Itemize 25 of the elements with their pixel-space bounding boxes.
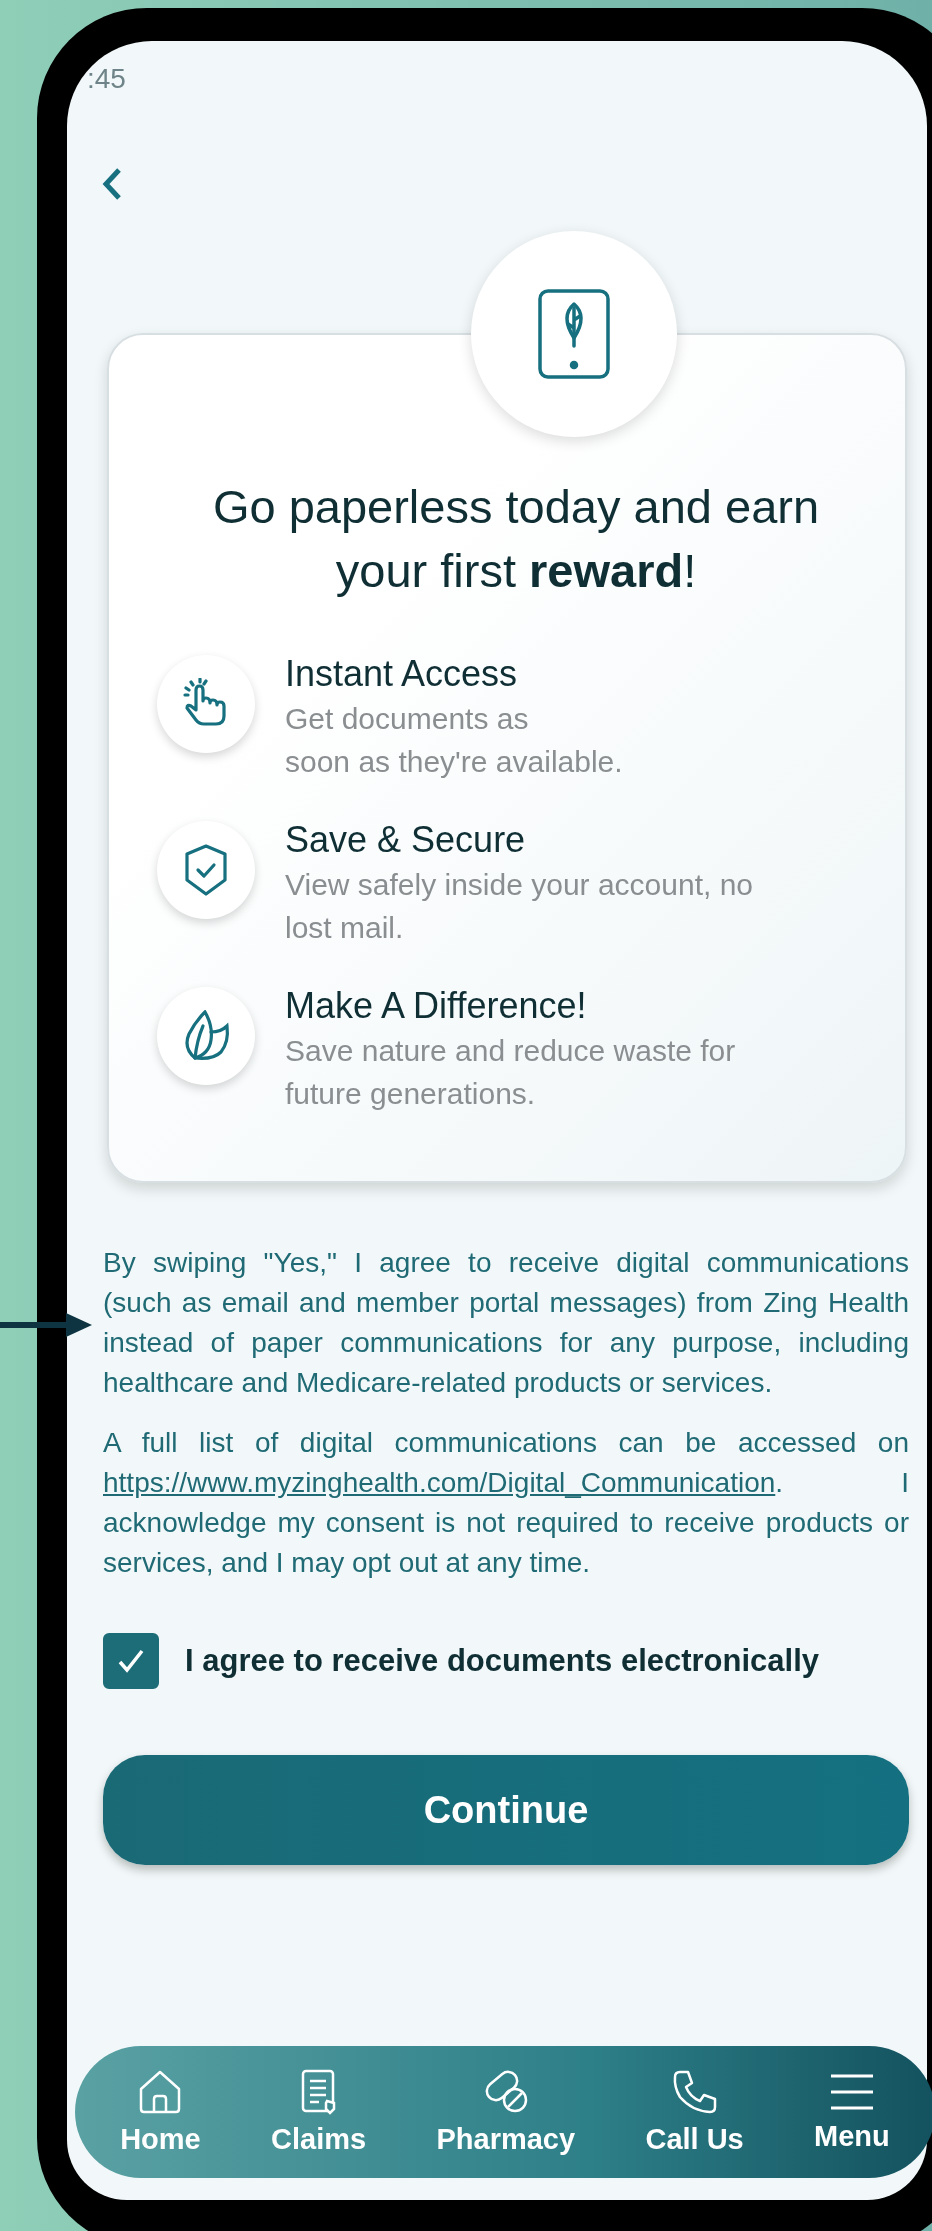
nav-tab[interactable]: Claims bbox=[271, 2068, 367, 2156]
agree-checkbox[interactable] bbox=[103, 1633, 159, 1689]
phone-leaf-icon bbox=[536, 288, 612, 380]
nav-tab[interactable]: Pharmacy bbox=[436, 2068, 576, 2156]
nav-tab[interactable]: Call Us bbox=[645, 2068, 744, 2156]
phone-icon bbox=[671, 2068, 718, 2115]
feature-title: Save & Secure bbox=[285, 818, 527, 862]
continue-button[interactable]: Continue bbox=[103, 1755, 909, 1865]
consent-paragraph: By swiping "Yes," I agree to receive digital communications (such as email and member portal messages) from Zing Health instead of paper communications for any purpose, including healthcare and Medicare-related products or services. bbox=[103, 1246, 909, 1400]
shield-check-icon bbox=[184, 844, 228, 896]
checkmark-icon bbox=[117, 1648, 145, 1674]
headline: Go paperless today and earn your first reward! bbox=[211, 479, 821, 599]
status-time: :45 bbox=[87, 63, 126, 94]
feature-description: Get documents as soon as they're available. bbox=[285, 701, 624, 780]
feature-description: View safely inside your account, no lost mail. bbox=[285, 867, 755, 946]
nav-tab[interactable]: Home bbox=[120, 2068, 201, 2156]
document-icon bbox=[300, 2068, 337, 2115]
consent-paragraph: A full list of digital communications can be accessed on https://www.myzinghealth.com/Digital_Communication. I acknowledge my consent is not required to receive products or services, and I may opt out at any time. bbox=[103, 1426, 909, 1580]
feature-title: Instant Access bbox=[285, 652, 519, 696]
feature-description: Save nature and reduce waste for future generations. bbox=[285, 1033, 737, 1112]
feature-title: Make A Difference! bbox=[285, 984, 588, 1028]
communications-link[interactable]: https://www.myzinghealth.com/Digital_Communication bbox=[103, 1467, 776, 1498]
nav-tab[interactable]: Menu bbox=[814, 2071, 890, 2153]
agree-label: I agree to receive documents electronically bbox=[185, 1643, 820, 1679]
back-icon[interactable] bbox=[101, 167, 123, 201]
